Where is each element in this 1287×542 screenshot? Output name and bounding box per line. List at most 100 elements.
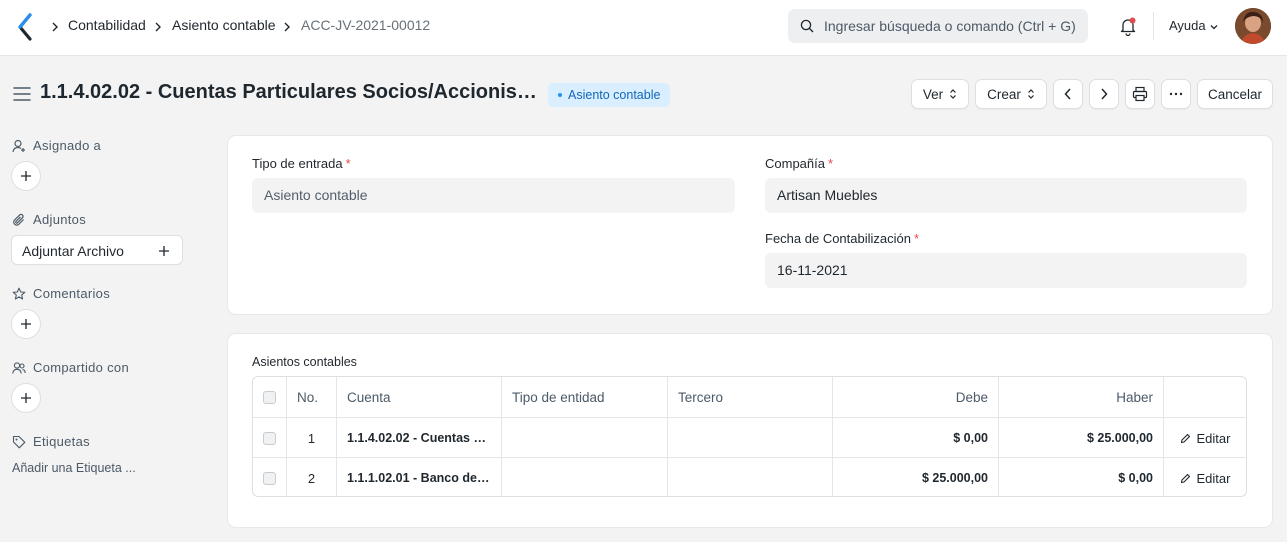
- cancel-button[interactable]: Cancelar: [1197, 79, 1273, 109]
- page-title: 1.1.4.02.02 - Cuentas Particulares Socio…: [40, 81, 540, 103]
- user-photo: [1235, 8, 1271, 44]
- previous-document-button[interactable]: [1053, 79, 1083, 109]
- search-icon: [800, 19, 814, 33]
- select-all-checkbox[interactable]: [263, 390, 276, 404]
- user-avatar[interactable]: [1235, 8, 1271, 44]
- party-type-cell[interactable]: [501, 418, 667, 458]
- table-row[interactable]: 2 1.1.1.02.01 - Banco de la Nación $ 25.…: [253, 457, 1246, 496]
- add-assignee-button[interactable]: [11, 161, 41, 191]
- edit-row-cell: Editar: [1163, 418, 1246, 458]
- edit-row-button[interactable]: Editar: [1180, 470, 1231, 486]
- view-button-label: Ver: [922, 86, 944, 102]
- credit-cell[interactable]: $ 25.000,00: [998, 418, 1163, 458]
- pencil-icon: [1180, 433, 1190, 443]
- posting-date-field[interactable]: 16-11-2021: [765, 253, 1247, 288]
- users-icon: [12, 362, 26, 374]
- debit-cell[interactable]: $ 0,00: [832, 418, 998, 458]
- debit-cell[interactable]: $ 25.000,00: [832, 458, 998, 496]
- pencil-icon: [1180, 473, 1190, 483]
- tag-icon: [12, 435, 26, 449]
- edit-row-label: Editar: [1196, 470, 1231, 486]
- edit-row-button[interactable]: Editar: [1180, 430, 1231, 446]
- notification-bell-icon[interactable]: [1118, 16, 1138, 36]
- add-share-button[interactable]: [11, 383, 41, 413]
- search-bar[interactable]: [788, 9, 1088, 43]
- shared-with-heading: Compartido con: [33, 360, 129, 375]
- edit-row-cell: Editar: [1163, 458, 1246, 496]
- row-select-cell: [253, 458, 286, 496]
- account-value: 1.1.1.02.01 - Banco de la Nación: [347, 471, 491, 485]
- company-label-text: Compañía: [765, 156, 825, 171]
- column-header-account: Cuenta: [336, 377, 501, 417]
- column-header-debit: Debe: [832, 377, 998, 417]
- column-header-party-type: Tipo de entidad: [501, 377, 667, 417]
- add-tag-link[interactable]: Añadir una Etiqueta ...: [12, 461, 136, 475]
- row-checkbox[interactable]: [263, 471, 276, 485]
- user-add-icon: [12, 139, 25, 153]
- view-menu-button[interactable]: Ver: [911, 79, 969, 109]
- chevron-down-icon[interactable]: [1209, 22, 1219, 32]
- sort-updown-icon: [950, 89, 957, 99]
- account-value: 1.1.4.02.02 - Cuentas Particulares Socio…: [347, 431, 491, 445]
- navbar: Contabilidad Asiento contable ACC-JV-202…: [0, 0, 1287, 56]
- account-cell[interactable]: 1.1.1.02.01 - Banco de la Nación: [336, 458, 501, 496]
- column-header-no: No.: [286, 377, 336, 417]
- accounts-table-label: Asientos contables: [252, 355, 357, 369]
- help-menu[interactable]: Ayuda: [1169, 18, 1206, 33]
- account-cell[interactable]: 1.1.4.02.02 - Cuentas Particulares Socio…: [336, 418, 501, 458]
- table-row[interactable]: 1 1.1.4.02.02 - Cuentas Particulares Soc…: [253, 417, 1246, 458]
- attach-file-label: Adjuntar Archivo: [22, 243, 124, 259]
- column-header-credit: Haber: [998, 377, 1163, 417]
- tags-heading: Etiquetas: [33, 434, 90, 449]
- accounts-table: No. Cuenta Tipo de entidad Tercero Debe …: [252, 376, 1247, 497]
- row-checkbox[interactable]: [263, 431, 276, 445]
- company-field[interactable]: Artisan Muebles: [765, 178, 1247, 213]
- posting-date-label-text: Fecha de Contabilización: [765, 231, 911, 246]
- row-number: 2: [286, 458, 336, 496]
- chevron-right-icon: [52, 22, 58, 32]
- breadcrumb-contabilidad[interactable]: Contabilidad: [68, 17, 146, 33]
- plus-icon: [159, 246, 169, 256]
- navbar-divider: [1153, 12, 1154, 40]
- create-button-label: Crear: [987, 86, 1021, 102]
- status-badge: Asiento contable: [548, 83, 671, 107]
- required-asterisk: *: [827, 156, 834, 171]
- required-asterisk: *: [913, 231, 920, 246]
- assigned-to-heading: Asignado a: [33, 138, 102, 153]
- search-input[interactable]: [824, 9, 1082, 43]
- breadcrumb-current-document: ACC-JV-2021-00012: [301, 17, 431, 33]
- row-select-cell: [253, 418, 286, 458]
- plus-icon: [21, 393, 31, 403]
- cancel-button-label: Cancelar: [1207, 86, 1263, 102]
- plus-icon: [21, 319, 31, 329]
- next-document-button[interactable]: [1089, 79, 1119, 109]
- app-logo-icon[interactable]: [14, 13, 36, 41]
- row-number: 1: [286, 418, 336, 458]
- entry-type-field[interactable]: Asiento contable: [252, 178, 735, 213]
- comments-heading: Comentarios: [33, 286, 110, 301]
- add-comment-button[interactable]: [11, 309, 41, 339]
- sort-updown-icon: [1027, 89, 1034, 99]
- attach-file-button[interactable]: Adjuntar Archivo: [11, 235, 183, 265]
- chevron-right-icon: [284, 22, 290, 32]
- details-card: [227, 135, 1273, 315]
- create-menu-button[interactable]: Crear: [975, 79, 1047, 109]
- table-header-row: No. Cuenta Tipo de entidad Tercero Debe …: [253, 377, 1246, 417]
- printer-icon: [1132, 86, 1148, 102]
- chevron-right-icon: [155, 22, 161, 32]
- edit-row-label: Editar: [1196, 430, 1231, 446]
- breadcrumb-asiento-contable[interactable]: Asiento contable: [172, 17, 276, 33]
- chevron-right-icon: [1101, 88, 1108, 100]
- entry-type-label-text: Tipo de entrada: [252, 156, 343, 171]
- more-actions-button[interactable]: [1161, 79, 1191, 109]
- sidebar-toggle-icon[interactable]: [13, 86, 31, 102]
- party-type-cell[interactable]: [501, 458, 667, 496]
- star-icon: [12, 287, 26, 300]
- more-horizontal-icon: [1169, 92, 1183, 96]
- entry-type-label: Tipo de entrada *: [252, 156, 351, 171]
- print-button[interactable]: [1125, 79, 1155, 109]
- party-cell[interactable]: [667, 418, 832, 458]
- credit-cell[interactable]: $ 0,00: [998, 458, 1163, 496]
- required-asterisk: *: [345, 156, 351, 171]
- party-cell[interactable]: [667, 458, 832, 496]
